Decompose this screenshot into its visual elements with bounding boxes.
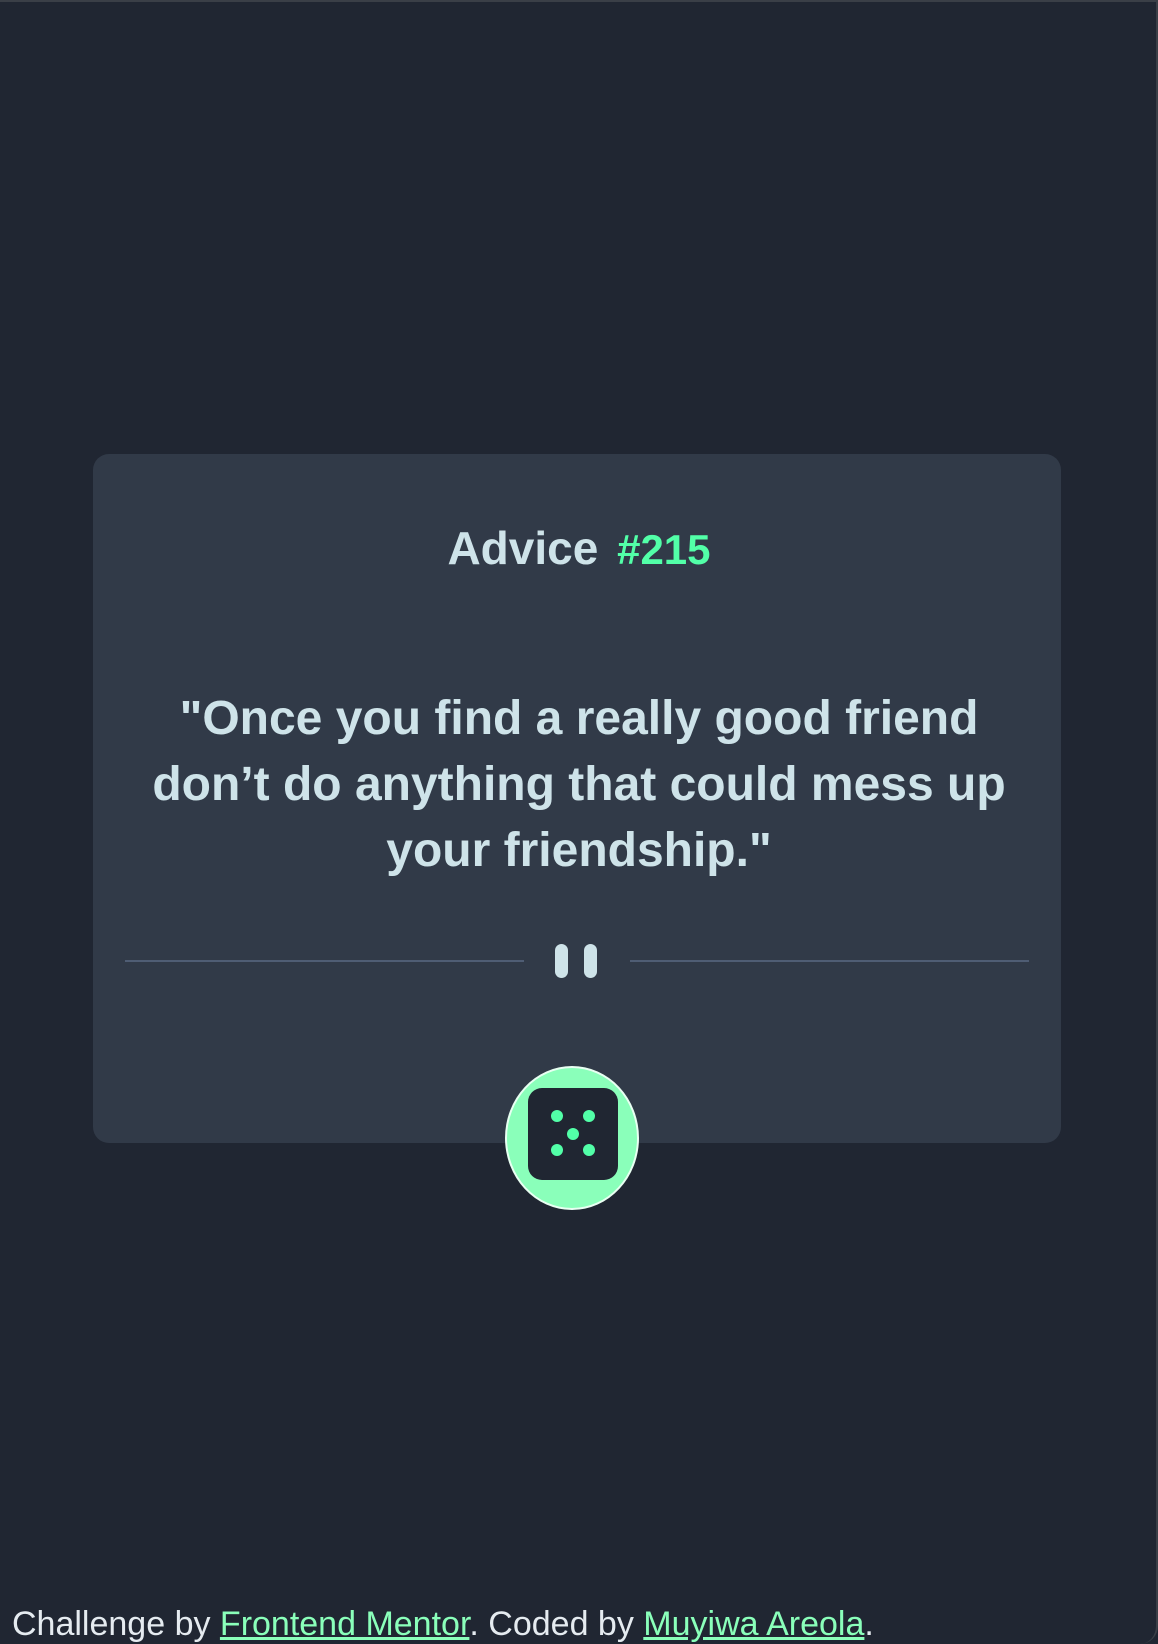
dice-pip <box>567 1128 579 1140</box>
pause-icon <box>555 944 599 978</box>
footer-middle: . Coded by <box>469 1605 644 1643</box>
advice-number: #215 <box>617 526 711 573</box>
advice-label: Advice <box>447 522 599 574</box>
footer-prefix: Challenge by <box>12 1605 220 1643</box>
pause-bar <box>584 944 597 978</box>
divider-line-left <box>125 960 524 962</box>
advice-heading: Advice #215 <box>0 518 1158 580</box>
frontend-mentor-link[interactable]: Frontend Mentor <box>220 1605 469 1643</box>
dice-icon <box>528 1088 618 1180</box>
pause-bar <box>555 944 568 978</box>
advice-quote: "Once you find a really good friend don’… <box>152 692 1006 877</box>
divider-line-right <box>630 960 1029 962</box>
author-link[interactable]: Muyiwa Areola <box>643 1605 864 1643</box>
new-advice-button[interactable] <box>505 1066 639 1210</box>
dice-pip <box>551 1110 563 1122</box>
footer-suffix: . <box>864 1605 874 1643</box>
attribution-footer: Challenge by Frontend Mentor. Coded by M… <box>12 1604 874 1644</box>
dice-pip <box>583 1144 595 1156</box>
dice-pip <box>551 1144 563 1156</box>
dice-pip <box>583 1110 595 1122</box>
